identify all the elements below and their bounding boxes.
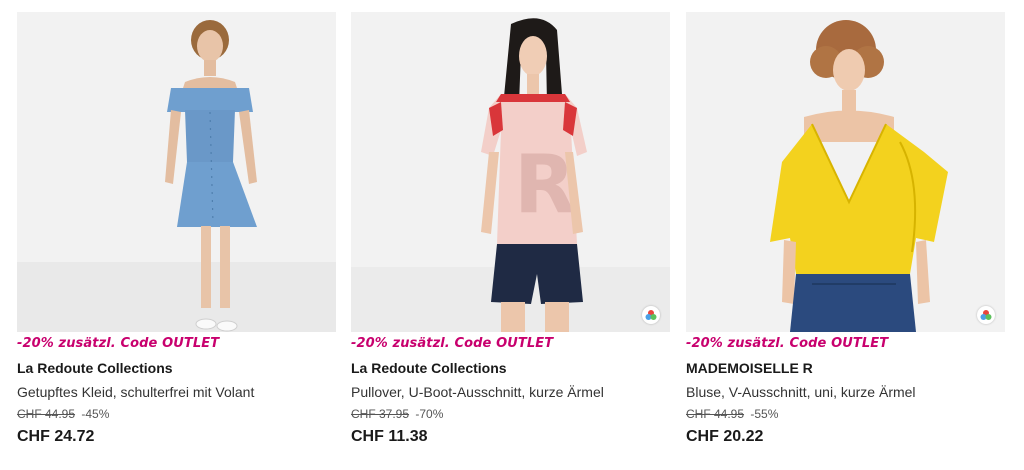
current-price: CHF 11.38 — [351, 428, 428, 445]
product-card[interactable]: R -20% zusätzl. Code OUTLET La Redoute C… — [351, 12, 670, 446]
old-price-row: CHF 37.95 -70% — [351, 407, 670, 422]
product-brand[interactable]: La Redoute Collections — [351, 360, 670, 377]
product-description[interactable]: Pullover, U-Boot-Ausschnitt, kurze Ärmel — [351, 384, 670, 401]
current-price: CHF 24.72 — [17, 428, 95, 445]
discount-percent: -55% — [750, 407, 779, 421]
old-price: CHF 44.95 — [17, 407, 76, 421]
product-description[interactable]: Getupftes Kleid, schulterfrei mit Volant — [17, 384, 336, 401]
product-brand[interactable]: La Redoute Collections — [17, 360, 336, 377]
promo-text: -20% zusätzl. Code OUTLET — [351, 336, 554, 351]
promo-text: -20% zusätzl. Code OUTLET — [17, 336, 220, 351]
discount-percent: -45% — [81, 407, 110, 421]
old-price-row: CHF 44.95 -55% — [686, 407, 1005, 422]
product-image[interactable]: R — [351, 12, 670, 332]
discount-percent: -70% — [415, 407, 444, 421]
old-price-row: CHF 44.95 -45% — [17, 407, 336, 422]
product-card[interactable]: -20% zusätzl. Code OUTLET MADEMOISELLE R… — [686, 12, 1005, 446]
old-price: CHF 37.95 — [351, 407, 410, 421]
color-swatch-icon[interactable] — [977, 306, 995, 324]
product-card[interactable]: -20% zusätzl. Code OUTLET La Redoute Col… — [17, 12, 336, 446]
svg-text:R: R — [514, 138, 576, 231]
product-image[interactable] — [686, 12, 1005, 332]
old-price: CHF 44.95 — [686, 407, 745, 421]
color-swatch-icon[interactable] — [642, 306, 660, 324]
promo-text: -20% zusätzl. Code OUTLET — [686, 336, 889, 351]
product-description[interactable]: Bluse, V-Ausschnitt, uni, kurze Ärmel — [686, 384, 1005, 401]
product-image[interactable] — [17, 12, 336, 332]
product-brand[interactable]: MADEMOISELLE R — [686, 360, 1005, 377]
current-price: CHF 20.22 — [686, 428, 764, 445]
